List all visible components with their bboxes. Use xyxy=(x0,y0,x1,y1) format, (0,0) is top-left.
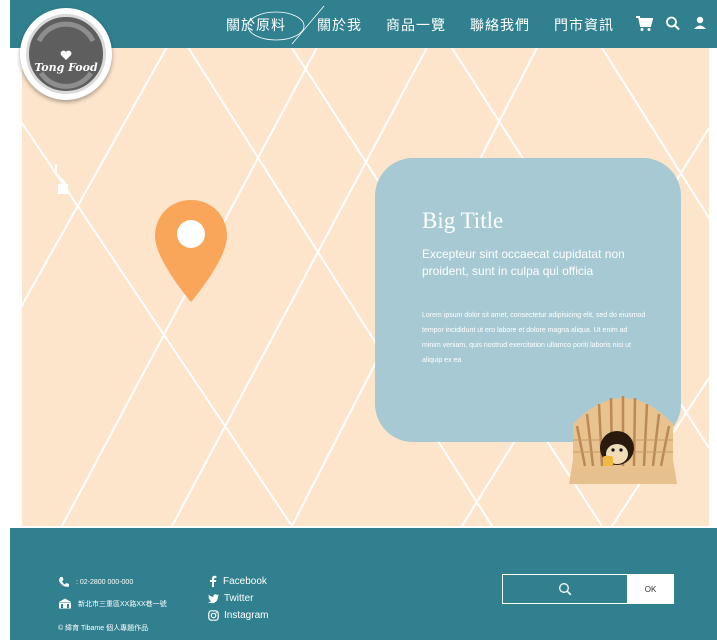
footer-address-text: 新北市三重區XX路XX巷一號 xyxy=(78,600,167,608)
instagram-label: Instagram xyxy=(224,610,269,621)
twitter-icon xyxy=(208,593,219,603)
card-body-text: Lorem ipsum dolor sit amet, consectetur … xyxy=(422,312,646,364)
fork-knife-icon xyxy=(55,164,68,194)
twitter-link[interactable]: Twitter xyxy=(208,593,253,604)
building-icon xyxy=(59,598,71,609)
main-nav: 關於原料 關於我 商品一覽 聯絡我們 門市資訊 xyxy=(10,0,717,48)
card-title: Big Title xyxy=(422,208,504,233)
ok-button[interactable]: OK xyxy=(627,574,674,604)
cart-icon[interactable] xyxy=(635,14,653,32)
site-footer: : 02-2800 000-000 新北市三重區XX路XX巷一號 © 緯育 Ti… xyxy=(10,528,717,640)
nav-item-about[interactable]: 關於我 xyxy=(317,15,362,35)
hamster-house-illustration xyxy=(569,396,677,484)
nav-item-ingredients[interactable]: 關於原料 xyxy=(226,15,286,35)
facebook-link[interactable]: Facebook xyxy=(208,575,267,587)
brand-logo[interactable]: Tong Food xyxy=(20,8,112,100)
heart-icon xyxy=(60,50,72,60)
logo-text: Tong Food xyxy=(34,61,98,74)
instagram-link[interactable]: Instagram xyxy=(208,610,268,621)
nav-item-contact[interactable]: 聯絡我們 xyxy=(470,15,530,35)
hero-section: Big Title Excepteur sint occaecat cupida… xyxy=(22,48,709,526)
phone-icon xyxy=(59,577,69,587)
search-icon[interactable] xyxy=(665,14,681,32)
facebook-icon xyxy=(210,575,217,587)
user-icon[interactable] xyxy=(693,14,707,32)
footer-search-input[interactable] xyxy=(502,574,628,604)
footer-phone-number: : 02-2800 000-000 xyxy=(76,578,134,586)
search-icon xyxy=(559,583,572,596)
facebook-label: Facebook xyxy=(223,575,267,587)
instagram-icon xyxy=(208,610,219,621)
twitter-label: Twitter xyxy=(224,593,254,604)
top-header: 關於原料 關於我 商品一覽 聯絡我們 門市資訊 xyxy=(10,0,717,48)
nav-item-products[interactable]: 商品一覽 xyxy=(386,15,446,35)
footer-address: 新北市三重區XX路XX巷一號 xyxy=(58,598,167,609)
logo-badge: Tong Food xyxy=(26,14,106,94)
footer-phone: : 02-2800 000-000 xyxy=(58,576,133,588)
nav-item-stores[interactable]: 門市資訊 xyxy=(554,15,614,35)
footer-copyright: © 緯育 Tibame 個人專題作品 xyxy=(58,625,149,632)
card-subtitle: Excepteur sint occaecat cupidatat non pr… xyxy=(422,247,625,278)
location-pin-icon xyxy=(155,200,227,302)
